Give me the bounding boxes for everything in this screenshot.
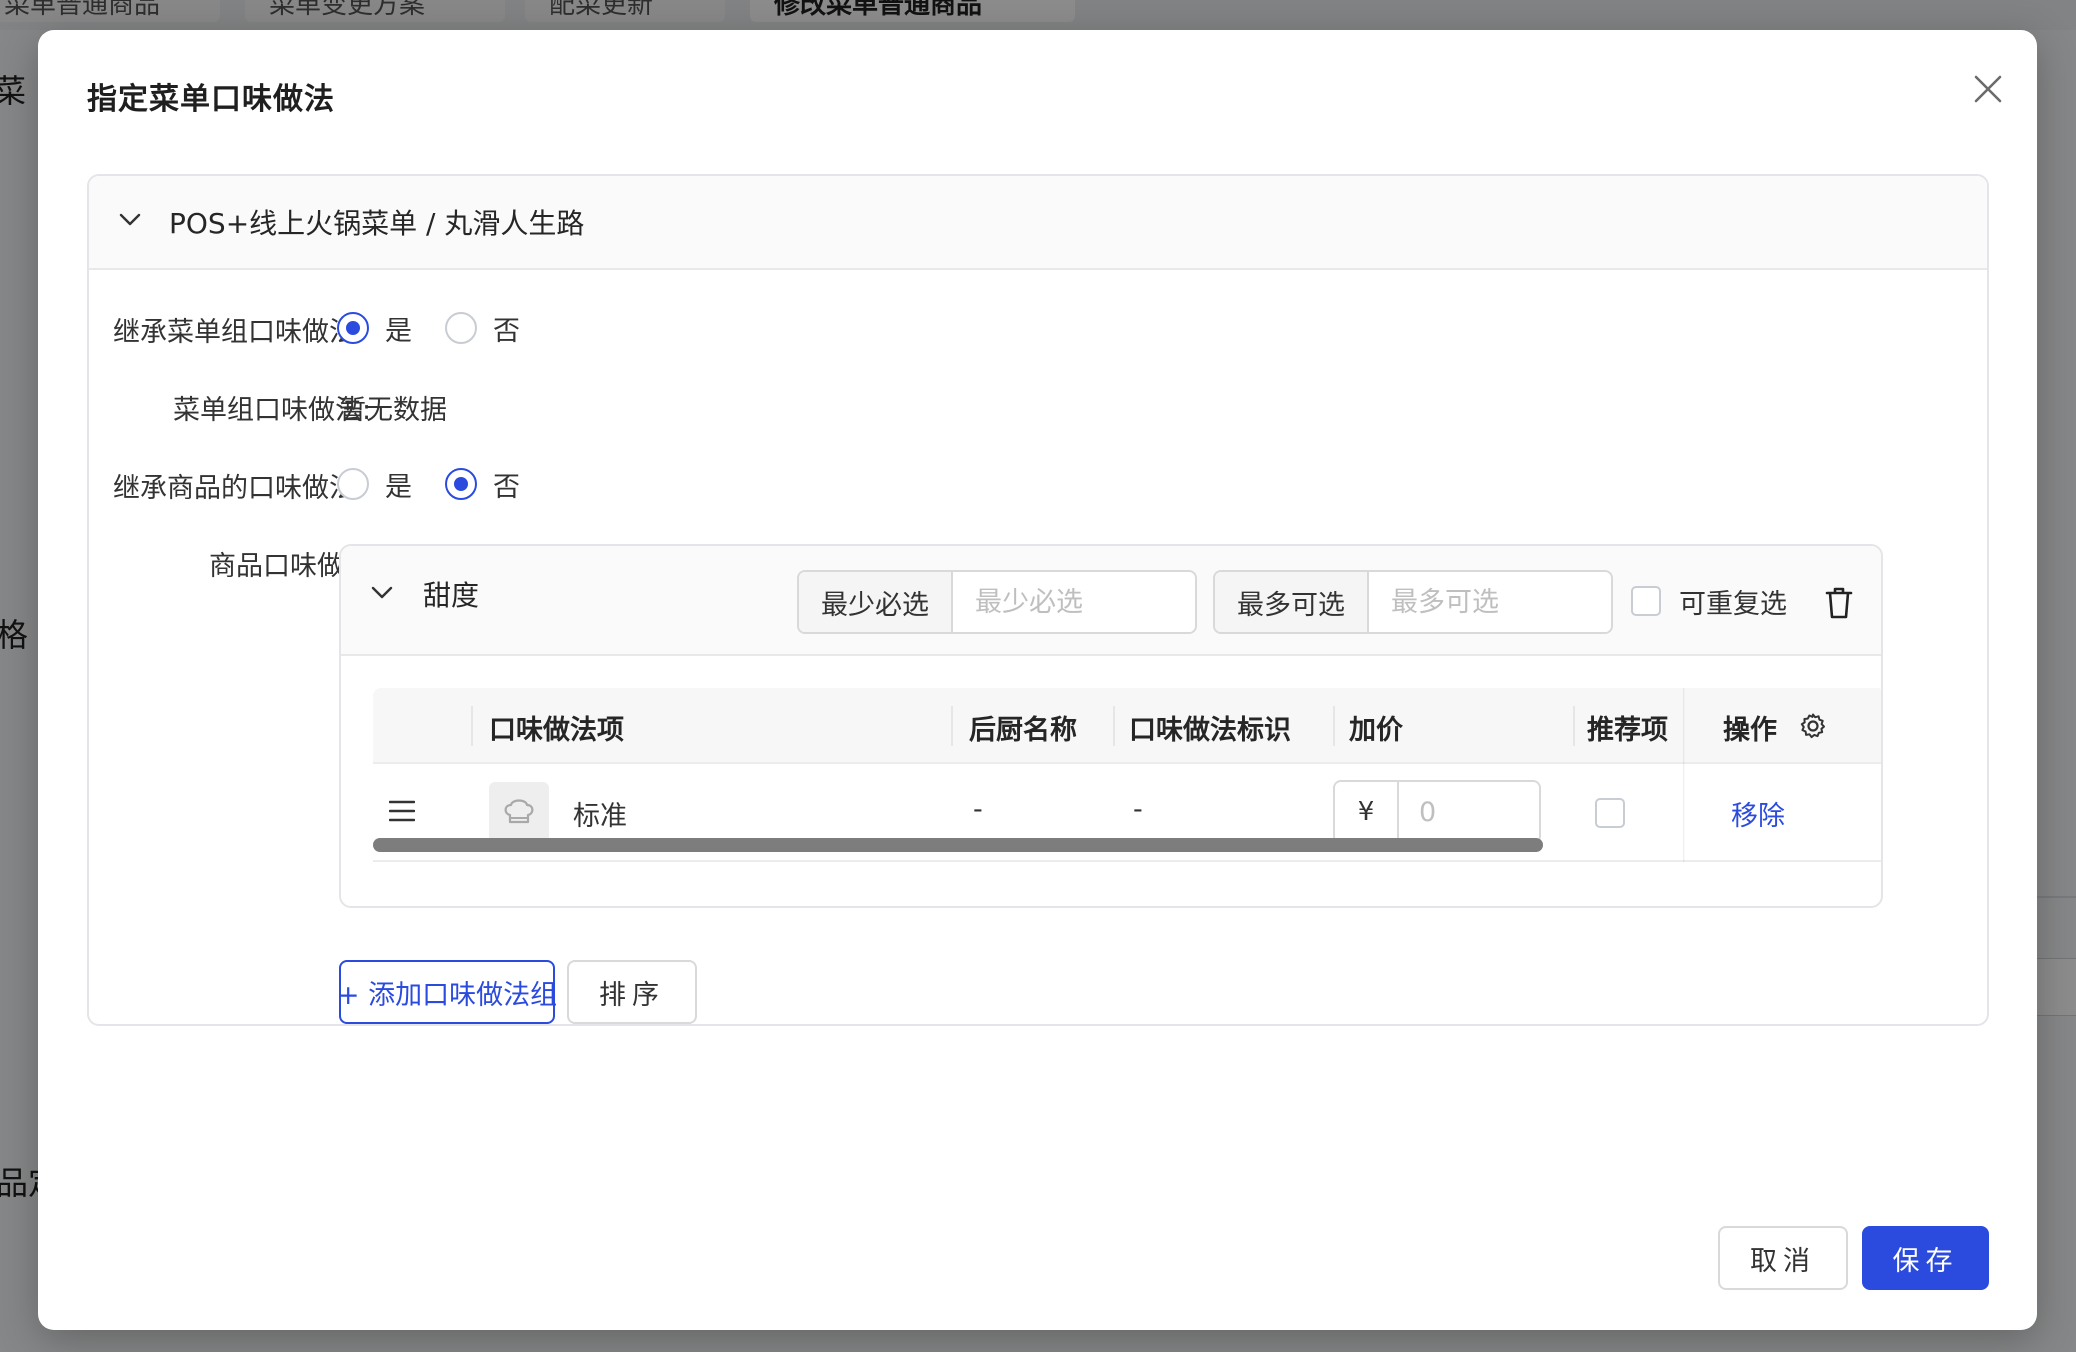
column-header-item: 口味做法项 [489, 715, 624, 746]
gear-icon[interactable] [1799, 712, 1827, 740]
practice-group-card: 甜度 最少必选 最多可选 可重复选 [339, 544, 1883, 908]
radio-label: 否 [493, 472, 520, 503]
min-required-input[interactable] [953, 572, 1193, 632]
column-divider [1573, 706, 1575, 746]
practice-group-header: 甜度 最少必选 最多可选 可重复选 [341, 546, 1881, 656]
min-required-addon: 最少必选 [799, 572, 953, 632]
column-header-action: 操作 [1723, 715, 1777, 746]
menu-section-title: POS+线上火锅菜单 / 丸滑人生路 [169, 207, 585, 240]
group-practice-value: 暂无数据 [339, 395, 447, 426]
remove-link[interactable]: 移除 [1731, 794, 1785, 833]
repeatable-checkbox[interactable] [1631, 586, 1661, 616]
column-header-recommended: 推荐项 [1587, 715, 1668, 746]
radio-label: 是 [385, 316, 412, 347]
delete-group-button[interactable] [1824, 586, 1854, 620]
radio-label: 否 [493, 316, 520, 347]
sort-button[interactable]: 排序 [567, 960, 697, 1024]
column-header-identifier: 口味做法标识 [1129, 715, 1291, 746]
radio-label: 是 [385, 472, 412, 503]
fixed-column-shadow [1683, 688, 1685, 862]
trash-icon [1825, 587, 1853, 619]
inherit-product-yes-radio[interactable] [337, 468, 369, 500]
max-optional-input[interactable] [1369, 572, 1609, 632]
price-input[interactable] [1399, 782, 1539, 842]
column-divider [471, 706, 473, 746]
column-header-kitchen: 后厨名称 [969, 715, 1077, 746]
max-optional-addon: 最多可选 [1215, 572, 1369, 632]
max-optional-input-group: 最多可选 [1213, 570, 1613, 634]
menu-section-panel: POS+线上火锅菜单 / 丸滑人生路 继承菜单组口味做法: 是 否 菜单组口味做… [87, 174, 1989, 1026]
currency-addon: ¥ [1335, 782, 1399, 842]
chevron-down-icon[interactable] [371, 586, 393, 600]
save-button[interactable]: 保存 [1862, 1226, 1989, 1290]
column-divider [1113, 706, 1115, 746]
menu-section-header[interactable]: POS+线上火锅菜单 / 丸滑人生路 [89, 176, 1987, 270]
chef-hat-icon [504, 799, 534, 824]
practice-item-name: 标准 [573, 801, 627, 832]
inherit-group-label: 继承菜单组口味做法: [113, 317, 366, 348]
add-practice-group-button[interactable]: + 添加口味做法组 [337, 960, 557, 1024]
price-input-group: ¥ [1333, 780, 1541, 844]
kitchen-name-value: - [973, 794, 983, 825]
drag-handle-icon[interactable] [389, 800, 415, 822]
chevron-down-icon [119, 213, 141, 226]
practice-group-name: 甜度 [423, 579, 480, 612]
identifier-value: - [1133, 794, 1143, 825]
min-required-input-group: 最少必选 [797, 570, 1197, 634]
recommended-checkbox[interactable] [1595, 798, 1625, 828]
column-divider [1333, 706, 1335, 746]
close-button[interactable] [1965, 66, 2011, 112]
repeatable-label: 可重复选 [1679, 589, 1787, 620]
modal-title: 指定菜单口味做法 [87, 82, 335, 117]
practice-table-header: 口味做法项 后厨名称 口味做法标识 加价 推荐项 操作 [373, 688, 1881, 764]
inherit-product-label: 继承商品的口味做法: [113, 473, 366, 504]
column-divider [951, 706, 953, 746]
horizontal-scrollbar[interactable] [373, 838, 1543, 852]
practice-thumbnail [489, 782, 549, 842]
cancel-button[interactable]: 取消 [1718, 1226, 1848, 1290]
practice-modal: 指定菜单口味做法 POS+线上火锅菜单 / 丸滑人生路 继承菜单组口味做法: 是… [38, 30, 2037, 1330]
inherit-group-no-radio[interactable] [445, 312, 477, 344]
column-header-price: 加价 [1349, 715, 1403, 746]
inherit-product-no-radio[interactable] [445, 468, 477, 500]
inherit-group-yes-radio[interactable] [337, 312, 369, 344]
close-icon [1974, 75, 2002, 103]
